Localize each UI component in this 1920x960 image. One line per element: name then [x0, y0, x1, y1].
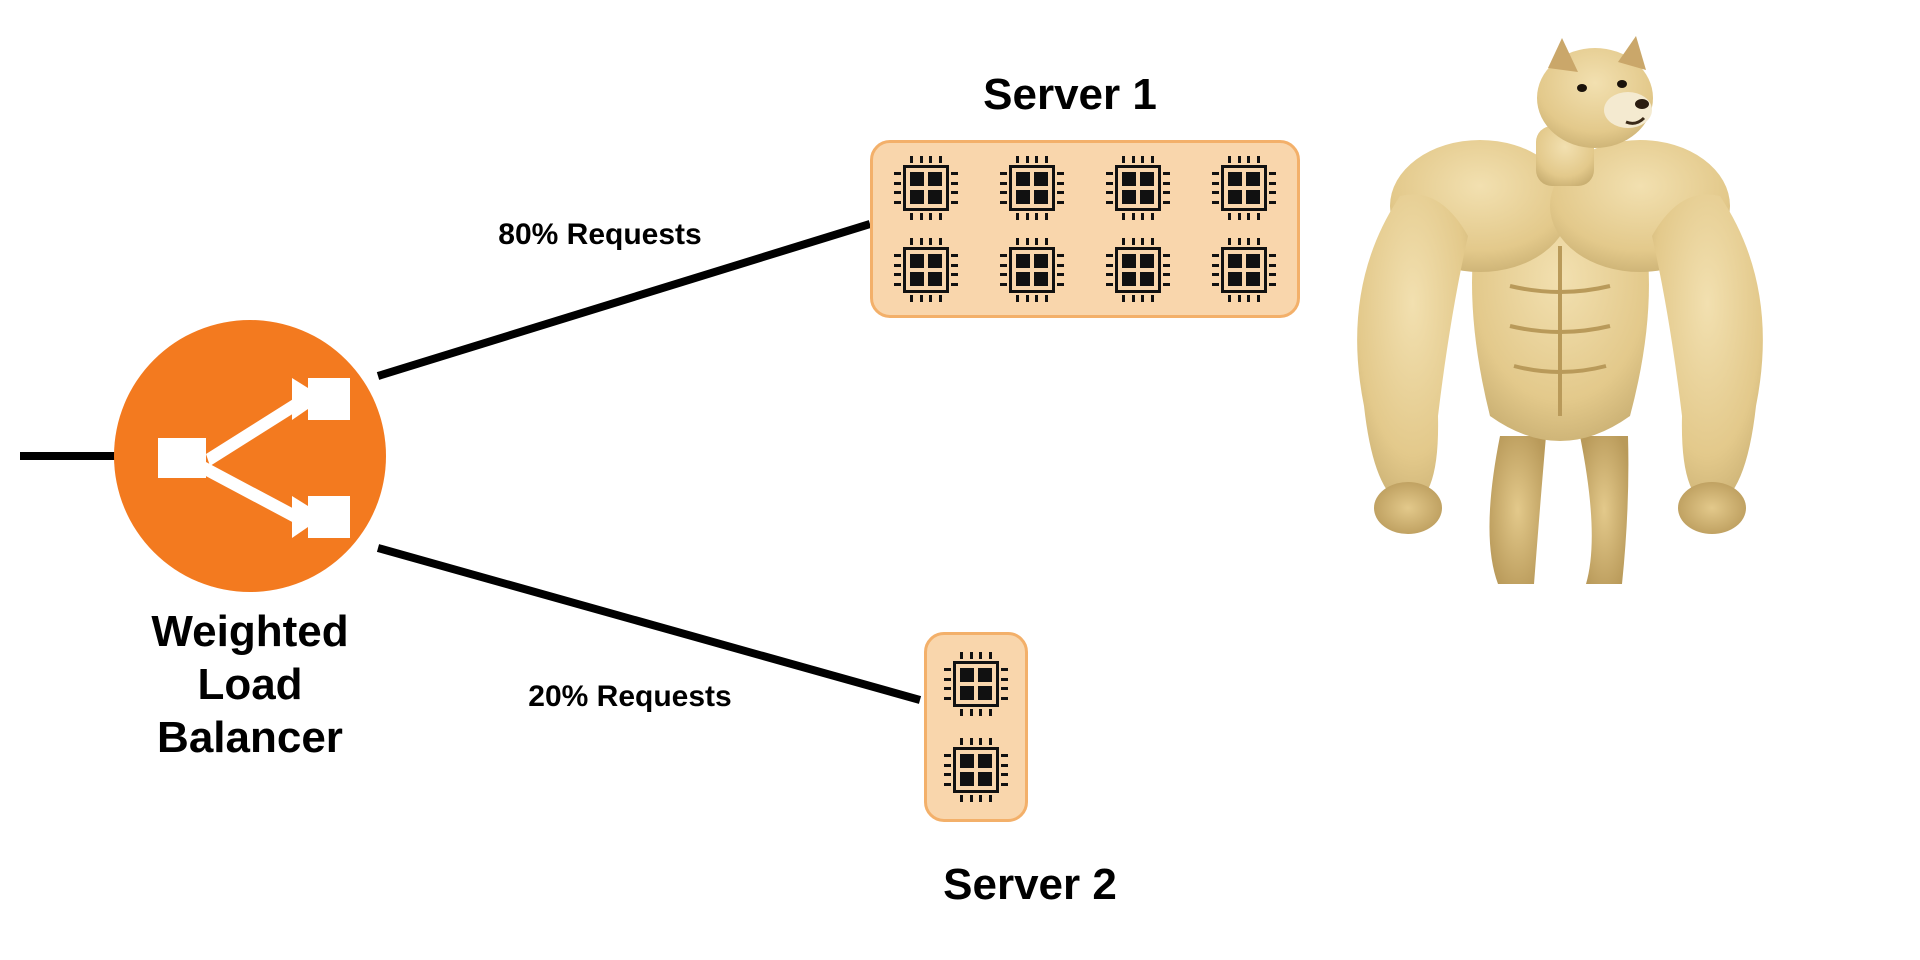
cpu-icon — [1107, 239, 1169, 301]
cpu-icon — [1213, 157, 1275, 219]
cpu-icon — [895, 157, 957, 219]
load-balancer-title: Weighted Load Balancer — [110, 606, 390, 764]
server2-box — [924, 632, 1028, 822]
cpu-icon — [895, 239, 957, 301]
edge-label-top: 80% Requests — [470, 218, 730, 252]
cpu-icon — [1213, 239, 1275, 301]
server2-title: Server 2 — [900, 860, 1160, 910]
cpu-icon — [945, 739, 1007, 801]
edge-label-bottom: 20% Requests — [500, 680, 760, 714]
cpu-icon — [945, 653, 1007, 715]
cpu-icon — [1001, 157, 1063, 219]
server1-box — [870, 140, 1300, 318]
server1-title: Server 1 — [940, 70, 1200, 120]
cpu-icon — [1001, 239, 1063, 301]
load-balancer-icon — [110, 316, 390, 596]
swole-doge-figure — [1330, 36, 1790, 596]
cpu-icon — [1107, 157, 1169, 219]
